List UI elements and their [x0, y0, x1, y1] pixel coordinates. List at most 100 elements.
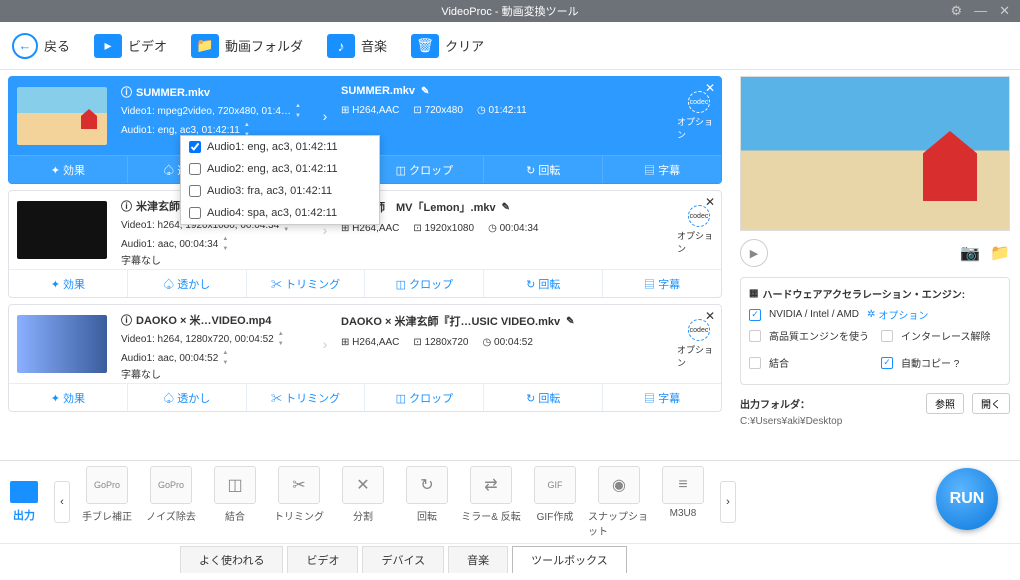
output-folder-label: 出力フォルダ： — [740, 396, 810, 411]
hw-option-button[interactable]: ✲オプション — [867, 307, 928, 322]
category-tab[interactable]: デバイス — [362, 546, 444, 573]
subtitle-button[interactable]: ▤ 字幕 — [603, 384, 721, 411]
preset-icon: ◉ — [598, 466, 640, 504]
browse-button[interactable]: 参照 — [926, 393, 964, 414]
preset-icon: GoPro — [150, 466, 192, 504]
track-checkbox[interactable] — [189, 207, 201, 219]
open-button[interactable]: 開く — [972, 393, 1010, 414]
video-list: ✕ SUMMER.mkv Video1: mpeg2video, 720x480… — [0, 70, 730, 450]
crop-button[interactable]: ◫ クロップ — [365, 384, 484, 411]
autocopy-checkbox[interactable]: ✓ — [881, 357, 893, 369]
audio-track-option[interactable]: Audio2: eng, ac3, 01:42:11 — [181, 158, 379, 180]
preset-8[interactable]: ◉スナップショット — [588, 466, 650, 538]
preset-next[interactable]: › — [720, 481, 736, 523]
preset-2[interactable]: ◫結合 — [204, 466, 266, 538]
clear-button[interactable]: 🗑 クリア — [411, 34, 484, 58]
preset-7[interactable]: GIFGIF作成 — [524, 466, 586, 538]
preset-6[interactable]: ⇄ミラー& 反転 — [460, 466, 522, 538]
remove-item-icon[interactable]: ✕ — [705, 195, 715, 209]
hq-checkbox[interactable] — [749, 330, 761, 342]
preset-prev[interactable]: ‹ — [54, 481, 70, 523]
add-folder-button[interactable]: 📁 動画フォルダ — [191, 34, 303, 58]
preset-4[interactable]: ✕分割 — [332, 466, 394, 538]
resolution-info: ⊡ 1280x720 — [413, 337, 468, 348]
rotate-button[interactable]: ↻ 回転 — [484, 270, 603, 297]
rotate-button[interactable]: ↻ 回転 — [484, 384, 603, 411]
add-video-button[interactable]: ▸ ビデオ — [94, 34, 167, 58]
settings-icon[interactable]: ⚙ — [950, 3, 962, 19]
track-checkbox[interactable] — [189, 141, 201, 153]
snapshot-icon[interactable]: 📷 — [960, 243, 980, 263]
video-track-spinner[interactable]: ▲▼ — [278, 330, 284, 349]
video-track-spinner[interactable]: ▲▼ — [295, 102, 301, 121]
effect-button[interactable]: ✦ 効果 — [9, 384, 128, 411]
subtitle-button[interactable]: ▤ 字幕 — [603, 270, 721, 297]
preset-icon: ◫ — [214, 466, 256, 504]
thumbnail — [17, 87, 107, 145]
run-button[interactable]: RUN — [936, 468, 998, 530]
preset-icon: GIF — [534, 466, 576, 504]
track-checkbox[interactable] — [189, 163, 201, 175]
preset-icon: ✂ — [278, 466, 320, 504]
trim-button[interactable]: ✂ トリミング — [247, 384, 366, 411]
preset-icon: ⇄ — [470, 466, 512, 504]
hw-gpu-checkbox[interactable]: ✓ — [749, 309, 761, 321]
back-button[interactable]: ← 戻る — [12, 33, 70, 59]
back-arrow-icon: ← — [12, 33, 38, 59]
category-tab[interactable]: 音楽 — [448, 546, 508, 573]
bottom-bar: 出力 ‹ GoPro手ブレ補正GoProノイズ除去◫結合✂トリミング✕分割↻回転… — [0, 460, 1020, 580]
video-item[interactable]: ✕ DAOKO × 米…VIDEO.mp4 Video1: h264, 1280… — [8, 304, 722, 412]
window-title: VideoProc - 動画変換ツール — [441, 3, 578, 19]
effect-button[interactable]: ✦ 効果 — [9, 270, 128, 297]
rename-icon[interactable]: ✎ — [502, 202, 510, 213]
hw-gpu-label: NVIDIA / Intel / AMD — [769, 309, 859, 320]
rotate-button[interactable]: ↻ 回転 — [484, 156, 603, 183]
audio-track-option[interactable]: Audio3: fra, ac3, 01:42:11 — [181, 180, 379, 202]
rename-icon[interactable]: ✎ — [566, 316, 574, 327]
dest-filename: 米津玄師 MV「Lemon」.mkv ✎ — [341, 199, 671, 215]
output-profile[interactable]: 出力 — [10, 481, 38, 523]
crop-button[interactable]: ◫ クロップ — [365, 270, 484, 297]
remove-item-icon[interactable]: ✕ — [705, 81, 715, 95]
effect-button[interactable]: ✦ 効果 — [9, 156, 128, 183]
preset-9[interactable]: ≡M3U8 — [652, 466, 714, 538]
source-filename: SUMMER.mkv — [121, 85, 309, 102]
watermark-button[interactable]: ♤ 透かし — [128, 270, 247, 297]
remove-item-icon[interactable]: ✕ — [705, 309, 715, 323]
resolution-info: ⊡ 1920x1080 — [413, 223, 474, 234]
preset-3[interactable]: ✂トリミング — [268, 466, 330, 538]
audio-track-spinner[interactable]: ▲▼ — [222, 235, 228, 254]
audio-track-option[interactable]: Audio4: spa, ac3, 01:42:11 — [181, 202, 379, 224]
audio-track-dropdown[interactable]: Audio1: eng, ac3, 01:42:11Audio2: eng, a… — [180, 135, 380, 225]
subtitle-button[interactable]: ▤ 字幕 — [603, 156, 721, 183]
merge-checkbox[interactable] — [749, 357, 761, 369]
watermark-button[interactable]: ♤ 透かし — [128, 384, 247, 411]
audio-track-spinner[interactable]: ▲▼ — [222, 349, 228, 368]
preset-0[interactable]: GoPro手ブレ補正 — [76, 466, 138, 538]
play-button[interactable]: ▶ — [740, 239, 768, 267]
toolbar: ← 戻る ▸ ビデオ 📁 動画フォルダ ♪ 音楽 🗑 クリア — [0, 22, 1020, 70]
trim-button[interactable]: ✂ トリミング — [247, 270, 366, 297]
open-folder-icon[interactable]: 📁 — [990, 243, 1010, 263]
preset-5[interactable]: ↻回転 — [396, 466, 458, 538]
add-music-button[interactable]: ♪ 音楽 — [327, 34, 387, 58]
deinterlace-checkbox[interactable] — [881, 330, 893, 342]
minimize-icon[interactable]: — — [974, 3, 987, 19]
rename-icon[interactable]: ✎ — [421, 86, 429, 97]
arrow-icon: › — [315, 305, 335, 383]
music-icon: ♪ — [327, 34, 355, 58]
category-tab[interactable]: ビデオ — [287, 546, 358, 573]
crop-button[interactable]: ◫ クロップ — [365, 156, 484, 183]
titlebar: VideoProc - 動画変換ツール ⚙ — ✕ — [0, 0, 1020, 22]
category-tab[interactable]: ツールボックス — [512, 546, 627, 573]
video-icon: ▸ — [94, 34, 122, 58]
codec-info: ⊞ H264,AAC — [341, 337, 399, 348]
preset-1[interactable]: GoProノイズ除去 — [140, 466, 202, 538]
track-checkbox[interactable] — [189, 185, 201, 197]
resolution-info: ⊡ 720x480 — [413, 105, 463, 116]
category-tab[interactable]: よく使われる — [180, 546, 283, 573]
audio-track-option[interactable]: Audio1: eng, ac3, 01:42:11 — [181, 136, 379, 158]
close-icon[interactable]: ✕ — [999, 3, 1010, 19]
preview-panel: ▶ 📷 📁 ▦ ハードウェアアクセラレーション・エンジン: ✓ NVIDIA /… — [730, 70, 1020, 450]
hw-title: ▦ ハードウェアアクセラレーション・エンジン: — [749, 286, 1001, 301]
